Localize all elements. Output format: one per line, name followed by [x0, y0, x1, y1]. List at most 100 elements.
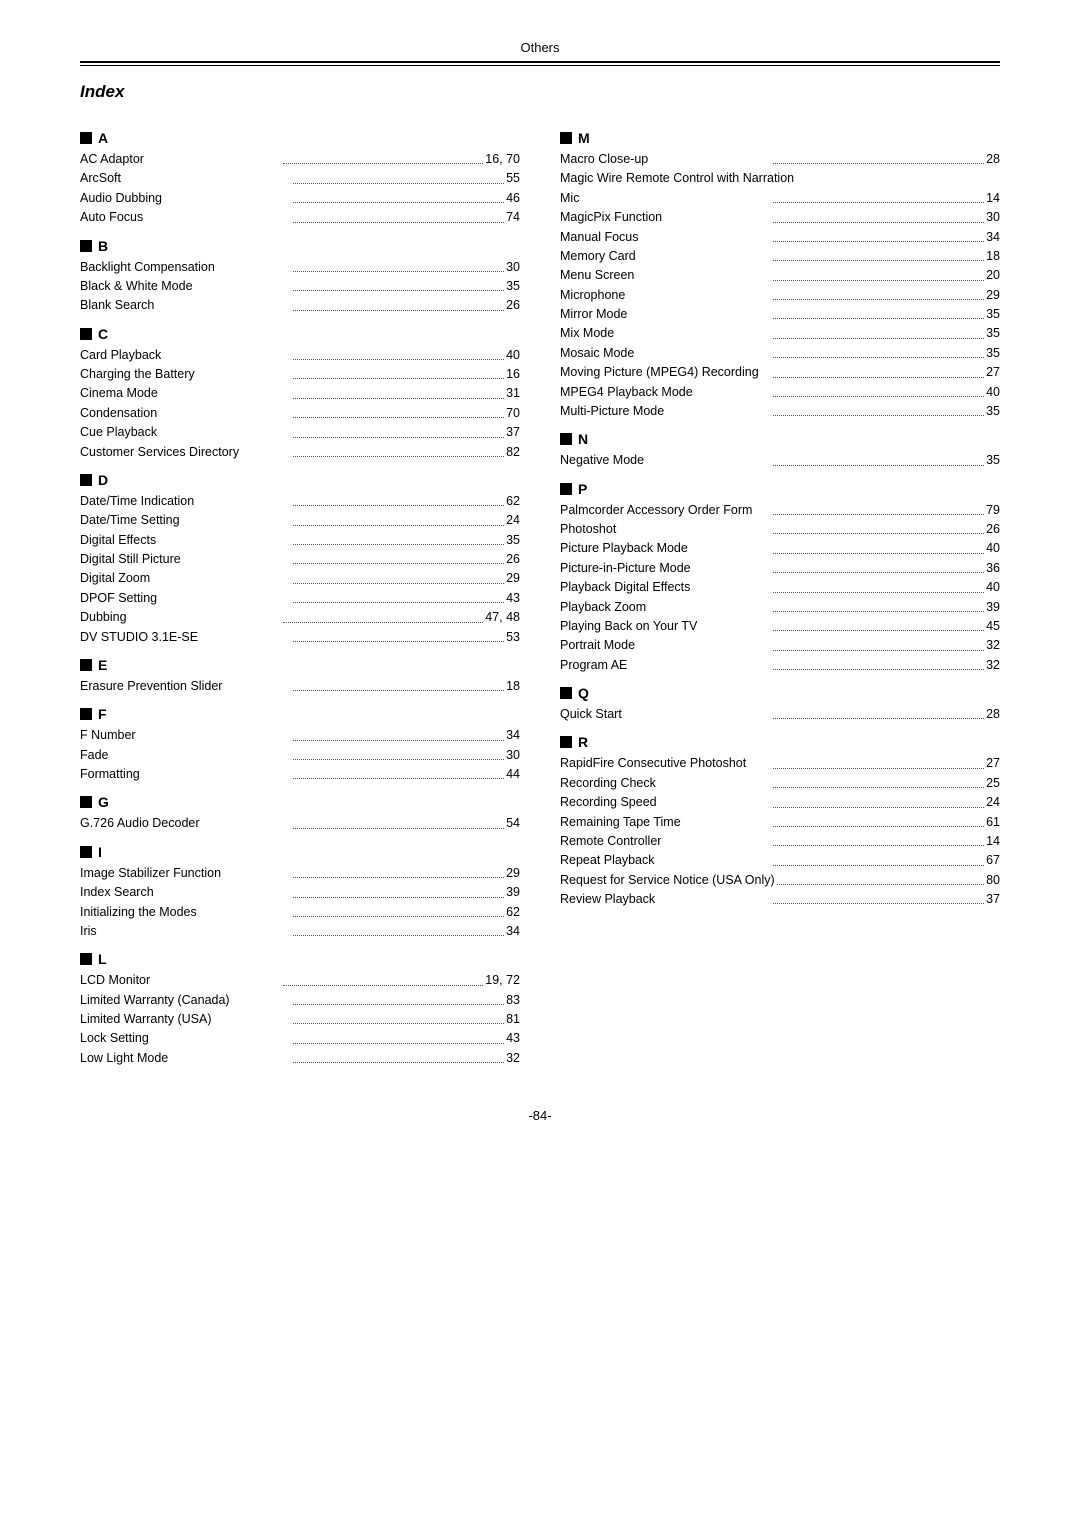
section-header-L: L [80, 951, 520, 967]
entry-name: Mosaic Mode [560, 344, 771, 363]
list-item: Repeat Playback 67 [560, 851, 1000, 870]
entry-dots [293, 492, 504, 511]
entry-page: 47, 48 [485, 608, 520, 627]
section-square [80, 240, 92, 252]
entry-page: 29 [506, 864, 520, 883]
entry-dots [773, 208, 984, 227]
entry-page: 27 [986, 363, 1000, 382]
list-item: Mix Mode 35 [560, 324, 1000, 343]
entry-name: ArcSoft [80, 169, 291, 188]
entry-dots [773, 324, 984, 343]
section-square [80, 846, 92, 858]
entry-dots [293, 531, 504, 550]
list-item: Remaining Tape Time 61 [560, 813, 1000, 832]
entry-name: DPOF Setting [80, 589, 291, 608]
entry-page: 40 [986, 578, 1000, 597]
list-item: Image Stabilizer Function 29 [80, 864, 520, 883]
entry-dots [283, 608, 484, 627]
section-square [80, 796, 92, 808]
list-item: Playback Zoom 39 [560, 598, 1000, 617]
entry-name: Digital Still Picture [80, 550, 291, 569]
list-item: G.726 Audio Decoder 54 [80, 814, 520, 833]
list-item: Mirror Mode 35 [560, 305, 1000, 324]
entry-name: Playing Back on Your TV [560, 617, 771, 636]
index-columns: AAC Adaptor 16, 70ArcSoft 55Audio Dubbin… [80, 120, 1000, 1068]
section-letter: D [98, 472, 108, 488]
entry-page: 54 [506, 814, 520, 833]
entry-dots [773, 754, 984, 773]
entry-dots [773, 890, 984, 909]
entry-dots [773, 578, 984, 597]
entry-name: Image Stabilizer Function [80, 864, 291, 883]
entry-name: Photoshot [560, 520, 771, 539]
entry-page: 70 [506, 404, 520, 423]
entry-name: Digital Zoom [80, 569, 291, 588]
section-header-F: F [80, 706, 520, 722]
entry-name: Backlight Compensation [80, 258, 291, 277]
list-item: MPEG4 Playback Mode 40 [560, 383, 1000, 402]
entry-dots [773, 228, 984, 247]
entry-dots [293, 589, 504, 608]
entry-name: Cinema Mode [80, 384, 291, 403]
list-item: Microphone 29 [560, 286, 1000, 305]
entry-dots [293, 423, 504, 442]
entry-dots [293, 814, 504, 833]
entry-page: 18 [986, 247, 1000, 266]
list-item: Cinema Mode 31 [80, 384, 520, 403]
entry-page: 24 [986, 793, 1000, 812]
section-letter: F [98, 706, 107, 722]
list-item: Portrait Mode 32 [560, 636, 1000, 655]
section-square [560, 736, 572, 748]
list-item: Quick Start 28 [560, 705, 1000, 724]
entry-dots [773, 774, 984, 793]
entry-dots [293, 903, 504, 922]
entry-dots [293, 746, 504, 765]
entry-dots [293, 443, 504, 462]
entry-page: 39 [986, 598, 1000, 617]
list-item: DV STUDIO 3.1E-SE 53 [80, 628, 520, 647]
section-square [560, 687, 572, 699]
section-square [560, 483, 572, 495]
entry-page: 19, 72 [485, 971, 520, 990]
section-header-A: A [80, 130, 520, 146]
right-column: MMacro Close-up 28Magic Wire Remote Cont… [560, 120, 1000, 1068]
list-item: F Number 34 [80, 726, 520, 745]
section-letter: C [98, 326, 108, 342]
entry-name: Low Light Mode [80, 1049, 291, 1068]
entry-page: 35 [986, 344, 1000, 363]
entry-dots [773, 286, 984, 305]
section-square [80, 659, 92, 671]
section-square [80, 474, 92, 486]
entry-name: Audio Dubbing [80, 189, 291, 208]
entry-page: 25 [986, 774, 1000, 793]
list-item: Photoshot 26 [560, 520, 1000, 539]
entry-name: Date/Time Setting [80, 511, 291, 530]
list-item: Manual Focus 34 [560, 228, 1000, 247]
section-header-R: R [560, 734, 1000, 750]
entry-page: 27 [986, 754, 1000, 773]
list-item: Customer Services Directory 82 [80, 443, 520, 462]
list-item: Review Playback 37 [560, 890, 1000, 909]
entry-name: Auto Focus [80, 208, 291, 227]
entry-page: 35 [986, 402, 1000, 421]
entry-page: 83 [506, 991, 520, 1010]
entry-page: 26 [506, 296, 520, 315]
list-item: Moving Picture (MPEG4) Recording 27 [560, 363, 1000, 382]
list-item: Program AE 32 [560, 656, 1000, 675]
entry-dots [293, 991, 504, 1010]
list-item: Condensation 70 [80, 404, 520, 423]
entry-page: 28 [986, 150, 1000, 169]
entry-dots [293, 296, 504, 315]
entry-name: Charging the Battery [80, 365, 291, 384]
entry-page: 18 [506, 677, 520, 696]
entry-page: 62 [506, 492, 520, 511]
entry-name: Index Search [80, 883, 291, 902]
section-letter: P [578, 481, 587, 497]
entry-page: 34 [506, 922, 520, 941]
entry-page: 37 [986, 890, 1000, 909]
entry-dots [773, 363, 984, 382]
entry-dots [773, 656, 984, 675]
list-item: Mosaic Mode 35 [560, 344, 1000, 363]
entry-name: Black & White Mode [80, 277, 291, 296]
list-item: Card Playback 40 [80, 346, 520, 365]
